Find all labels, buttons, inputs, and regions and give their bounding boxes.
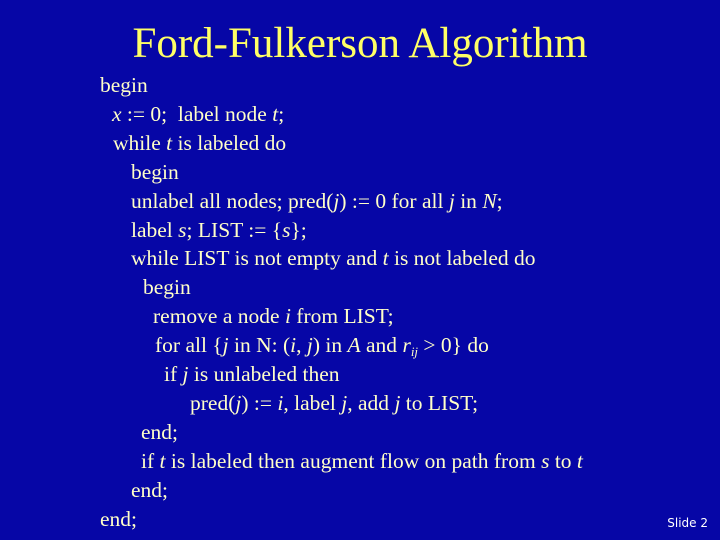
- code-line: begin: [131, 159, 179, 185]
- code-text: ,: [296, 333, 307, 358]
- code-text: is unlabeled then: [188, 362, 340, 386]
- code-line: begin: [100, 72, 148, 98]
- math-variable: A: [347, 333, 361, 358]
- code-text: ; LIST := {: [186, 217, 283, 242]
- slide: Ford-Fulkerson Algorithm begin x := 0; la…: [0, 0, 720, 540]
- code-line: end;: [141, 419, 178, 445]
- code-line: x := 0; label node t;: [112, 101, 284, 127]
- code-text: begin: [131, 159, 179, 184]
- code-text: to LIST;: [400, 390, 479, 415]
- code-text: begin: [100, 73, 148, 97]
- code-text: ;: [496, 188, 503, 213]
- code-text: if: [164, 362, 183, 386]
- code-line: label s; LIST := {s};: [131, 217, 307, 243]
- code-line: begin: [143, 274, 191, 300]
- math-variable: s: [178, 217, 187, 242]
- code-line: for all {j in N: (i, j) in A and rij > 0…: [155, 332, 489, 358]
- slide-title: Ford-Fulkerson Algorithm: [132, 20, 588, 67]
- code-line: end;: [131, 477, 168, 503]
- code-text: };: [290, 217, 307, 242]
- code-text: for all {: [155, 333, 223, 358]
- code-line: unlabel all nodes; pred(j) := 0 for all …: [131, 188, 503, 214]
- code-text: end;: [100, 506, 138, 531]
- code-text: label: [131, 217, 179, 242]
- code-text: while: [113, 130, 167, 155]
- code-text: and: [360, 333, 403, 358]
- slide-number: Slide 2: [667, 516, 708, 530]
- math-variable: x: [112, 101, 122, 126]
- code-text: is labeled then augment flow on path fro…: [165, 448, 542, 473]
- code-line: end;: [100, 506, 137, 532]
- code-text: is labeled do: [172, 130, 287, 155]
- code-text: pred(: [190, 390, 236, 415]
- code-line: if t is labeled then augment flow on pat…: [141, 448, 583, 474]
- code-text: unlabel all nodes; pred(: [131, 188, 334, 213]
- code-text: , label: [283, 390, 342, 415]
- code-line: while t is labeled do: [113, 130, 286, 156]
- code-text: ) :=: [241, 390, 278, 415]
- code-text: while LIST is not empty and: [131, 246, 383, 271]
- code-text: end;: [141, 419, 179, 444]
- math-variable: N: [482, 188, 497, 213]
- code-text: remove a node: [153, 304, 285, 329]
- code-text: in: [454, 188, 483, 213]
- code-text: begin: [143, 275, 191, 300]
- code-text: in N: (: [228, 333, 291, 358]
- code-text: ;: [278, 101, 285, 126]
- code-text: if: [141, 448, 160, 473]
- code-line: pred(j) := i, label j, add j to LIST;: [190, 390, 478, 416]
- code-text: is not labeled do: [388, 246, 536, 271]
- code-line: remove a node i from LIST;: [153, 303, 394, 329]
- code-text: > 0} do: [418, 333, 489, 358]
- code-text: ) in: [312, 333, 348, 358]
- code-text: := 0; label node: [121, 101, 273, 126]
- code-text: to: [549, 448, 577, 473]
- math-variable: t: [576, 448, 583, 473]
- code-line: if j is unlabeled then: [164, 361, 340, 387]
- code-line: while LIST is not empty and t is not lab…: [131, 245, 535, 271]
- subscript: ij: [410, 344, 419, 360]
- math-variable: r: [402, 333, 411, 358]
- code-text: from LIST;: [290, 304, 394, 329]
- code-text: , add: [347, 390, 395, 415]
- code-text: ) := 0 for all: [339, 188, 449, 213]
- code-text: end;: [131, 477, 169, 502]
